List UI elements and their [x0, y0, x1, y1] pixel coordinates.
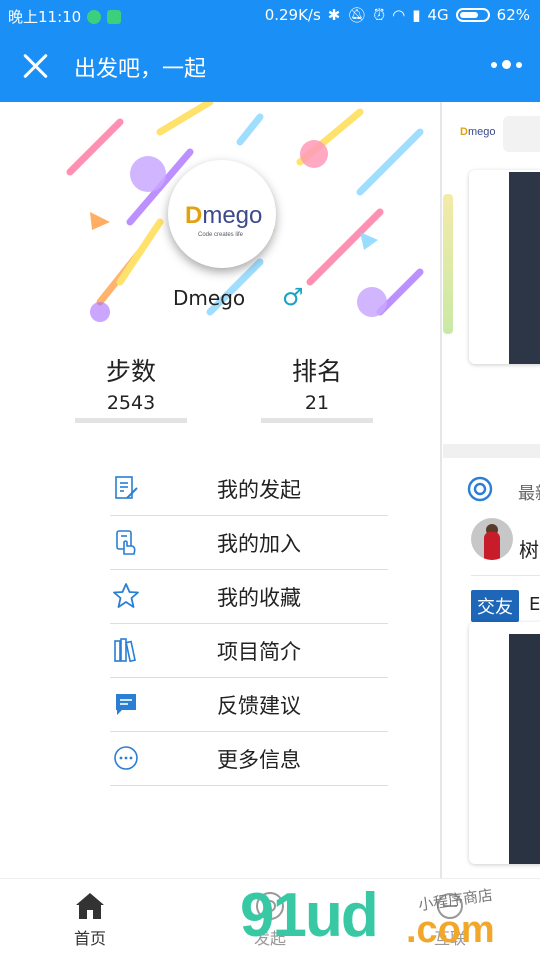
battery-percent: 62% [496, 6, 530, 24]
panel-divider [440, 102, 442, 878]
home-icon [76, 893, 104, 919]
bluetooth-icon: ✱ [327, 6, 341, 24]
menu-item-more-info[interactable]: 更多信息 [110, 732, 388, 786]
watermark-logo: 91ud [240, 881, 379, 950]
menu-item-my-launches[interactable]: 我的发起 [110, 462, 388, 516]
page-title: 出发吧，一起 [74, 57, 207, 82]
status-time: 晚上11:10 [8, 8, 82, 26]
watermark-domain: .com [406, 909, 495, 951]
menu-label: 更多信息 [217, 748, 301, 772]
tab-home[interactable]: 首页 [50, 889, 130, 949]
steps-value: 2543 [106, 392, 156, 414]
eye-icon [467, 476, 493, 502]
network-speed: 0.29K/s [264, 6, 321, 24]
more-menu-button[interactable] [491, 60, 522, 69]
app-notification-icon [107, 9, 122, 24]
steps-underline [75, 418, 187, 423]
post-card[interactable] [469, 622, 540, 864]
message-icon [116, 694, 136, 715]
banner-strip [443, 194, 453, 334]
menu-label: 项目简介 [217, 640, 301, 664]
next-page-preview[interactable]: Dmego 最新 树 交友 E [443, 102, 540, 878]
menu-label: 我的收藏 [217, 586, 301, 610]
post-title: E [529, 594, 540, 615]
category-tag: 交友 [471, 590, 519, 622]
menu-label: 我的加入 [217, 532, 301, 556]
shield-icon [87, 9, 102, 24]
rank-stat: 排名 21 [261, 352, 373, 423]
profile-menu: 我的发起 我的加入 我的收藏 项目简介 反馈建议 更多信息 [110, 462, 388, 786]
username: Dmego [173, 286, 246, 310]
menu-label: 反馈建议 [217, 694, 301, 718]
menu-item-my-joined[interactable]: 我的加入 [110, 516, 388, 570]
tab-label: 首页 [73, 929, 106, 948]
search-box[interactable] [503, 116, 540, 152]
steps-label: 步数 [105, 357, 156, 386]
title-bar: 出发吧，一起 [0, 30, 540, 102]
wifi-icon: ◠ [392, 6, 406, 24]
hand-clipboard-icon [116, 530, 136, 555]
brand-logo: Dmego [185, 202, 263, 229]
rank-value: 21 [304, 392, 330, 414]
menu-item-feedback[interactable]: 反馈建议 [110, 678, 388, 732]
menu-label: 我的发起 [217, 478, 301, 502]
close-icon[interactable] [22, 52, 50, 80]
brand-logo-small: Dmego [460, 126, 496, 138]
banner-card[interactable] [469, 170, 540, 364]
menu-item-project-intro[interactable]: 项目简介 [110, 624, 388, 678]
battery-icon [455, 8, 490, 22]
brand-tagline: Code creates life [198, 232, 244, 238]
steps-stat: 步数 2543 [75, 352, 187, 423]
divider [471, 575, 540, 576]
books-icon [114, 638, 136, 663]
avatar[interactable] [471, 518, 513, 560]
rank-label: 排名 [291, 357, 342, 386]
signal-icon: ▮ [412, 6, 421, 24]
edit-doc-icon [115, 476, 138, 499]
latest-label: 最新 [518, 484, 540, 504]
male-icon: ♂ [282, 283, 304, 311]
post-author: 树 [519, 538, 539, 562]
rank-underline [261, 418, 373, 423]
network-type: 4G [427, 6, 449, 24]
more-circle-icon [114, 746, 138, 770]
section-divider [443, 444, 540, 458]
status-bar: 晚上11:10 0.29K/s ✱ 🔕︎ ⏰︎ ◠ ▮ 4G 62% [0, 0, 540, 30]
star-icon [113, 583, 139, 608]
mute-icon: 🔕︎ [347, 6, 367, 24]
alarm-icon: ⏰︎ [373, 6, 386, 24]
menu-item-my-favorites[interactable]: 我的收藏 [110, 570, 388, 624]
